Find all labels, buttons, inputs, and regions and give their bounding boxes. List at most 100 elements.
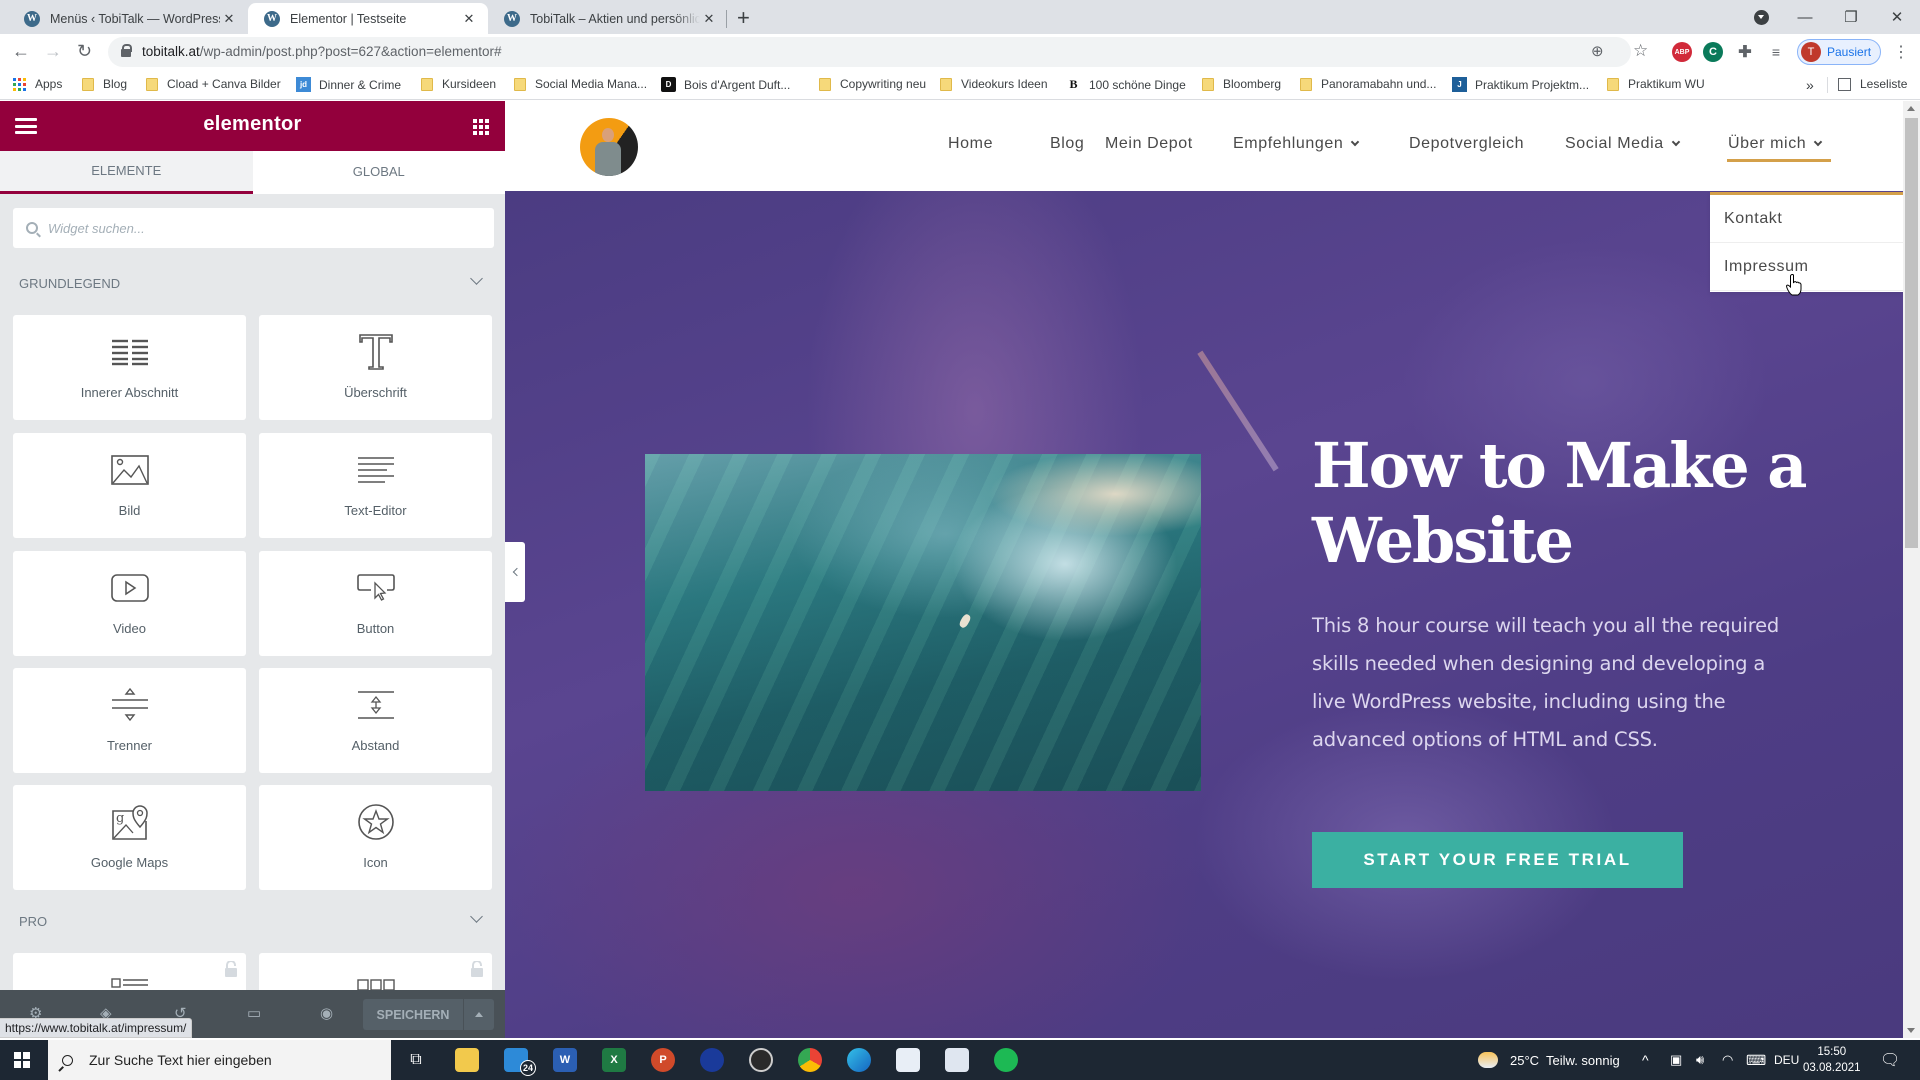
mail-icon[interactable]: 24 — [504, 1048, 536, 1076]
browser-tab-tobitalk[interactable]: W TobiTalk – Aktien und persönliche ✕ — [488, 3, 728, 34]
dropdown-item-impressum[interactable]: Impressum — [1710, 243, 1903, 291]
widget-search-input[interactable] — [48, 220, 448, 236]
minimize-button[interactable]: — — [1782, 0, 1828, 34]
app-icon[interactable] — [945, 1048, 969, 1072]
nav-blog[interactable]: Blog — [1050, 135, 1084, 153]
bookmark-site[interactable]: jd Dinner & Crime — [296, 77, 401, 92]
widget-image[interactable]: Bild — [13, 433, 246, 538]
nav-home[interactable]: Home — [948, 135, 993, 153]
responsive-mode-icon[interactable]: ▭ — [247, 1004, 261, 1022]
language-indicator[interactable]: DEU — [1774, 1040, 1799, 1080]
bookmark-site[interactable]: D Bois d'Argent Duft... — [661, 77, 790, 92]
widget-google-maps[interactable]: g Google Maps — [13, 785, 246, 890]
spotify-icon[interactable] — [994, 1048, 1018, 1072]
bookmark-folder[interactable]: Social Media Mana... — [514, 77, 647, 91]
close-tab-icon[interactable]: ✕ — [700, 11, 718, 27]
widget-button[interactable]: Button — [259, 551, 492, 656]
browser-menu-icon[interactable]: ⋮ — [1893, 42, 1909, 62]
url-text[interactable]: tobitalk.at/wp-admin/post.php?post=627&a… — [142, 44, 502, 59]
widget-divider[interactable]: Trenner — [13, 668, 246, 773]
profile-button[interactable]: T Pausiert — [1797, 39, 1881, 65]
app-icon[interactable] — [896, 1048, 920, 1072]
widgets-grid-icon[interactable] — [473, 119, 489, 135]
bookmark-folder[interactable]: Cload + Canva Bilder — [146, 77, 281, 91]
page-scrollbar[interactable] — [1903, 101, 1920, 1038]
browser-tab-elementor[interactable]: W Elementor | Testseite ✕ — [248, 3, 488, 34]
edge-icon[interactable] — [847, 1048, 871, 1072]
widget-inner-section[interactable]: Innerer Abschnitt — [13, 315, 246, 420]
zoom-icon[interactable]: ⊕ — [1591, 42, 1604, 60]
hero-image[interactable] — [645, 454, 1201, 791]
reading-list-button[interactable]: Leseliste — [1838, 77, 1907, 91]
obs-icon[interactable] — [749, 1048, 773, 1072]
bookmark-folder[interactable]: Panoramabahn und... — [1300, 77, 1436, 91]
close-tab-icon[interactable]: ✕ — [460, 11, 478, 27]
widget-spacer[interactable]: Abstand — [259, 668, 492, 773]
keyboard-icon[interactable]: ⌨ — [1746, 1040, 1766, 1080]
adblock-plus-icon[interactable]: ABP — [1672, 42, 1692, 62]
save-button[interactable]: Speichern — [363, 999, 463, 1030]
bookmark-apps[interactable]: Apps — [13, 77, 62, 91]
nav-depotvergleich[interactable]: Depotvergleich — [1409, 135, 1524, 153]
windows-start-icon[interactable] — [14, 1052, 30, 1068]
bookmark-folder[interactable]: Praktikum WU — [1607, 77, 1705, 91]
meet-now-icon[interactable]: ▣ — [1670, 1040, 1682, 1080]
address-bar[interactable]: tobitalk.at/wp-admin/post.php?post=627&a… — [108, 37, 1648, 67]
dropdown-item-kontakt[interactable]: Kontakt — [1710, 195, 1903, 243]
chevron-down-icon[interactable] — [470, 910, 483, 923]
scroll-down-arrow[interactable] — [1907, 1028, 1915, 1033]
bookmark-folder[interactable]: Kursideen — [421, 77, 496, 91]
bookmark-folder[interactable]: Bloomberg — [1202, 77, 1281, 91]
widget-heading[interactable]: Überschrift — [259, 315, 492, 420]
tab-elements[interactable]: Elemente — [0, 151, 253, 194]
grammarly-icon[interactable]: C — [1703, 42, 1723, 62]
close-tab-icon[interactable]: ✕ — [220, 11, 238, 27]
bookmark-folder[interactable]: Blog — [82, 77, 127, 91]
powerpoint-icon[interactable]: P — [651, 1048, 675, 1072]
taskbar-search[interactable]: Zur Suche Text hier eingeben — [48, 1040, 391, 1080]
bookmark-site[interactable]: B 100 schöne Dinge — [1066, 77, 1185, 92]
section-title-basic[interactable]: Grundlegend — [19, 276, 120, 291]
volume-icon[interactable]: 🔊︎ — [1696, 1040, 1704, 1080]
reload-button[interactable]: ↻ — [77, 41, 92, 62]
save-options-button[interactable] — [464, 999, 494, 1030]
tab-search-button[interactable] — [1738, 0, 1784, 34]
chevron-down-icon[interactable] — [470, 272, 483, 285]
nav-mein-depot[interactable]: Mein Depot — [1105, 135, 1193, 153]
widget-icon[interactable]: Icon — [259, 785, 492, 890]
start-free-trial-button[interactable]: Start Your Free Trial — [1312, 832, 1683, 888]
widget-video[interactable]: Video — [13, 551, 246, 656]
preview-eye-icon[interactable]: ◉ — [320, 1004, 333, 1022]
notifications-icon[interactable]: 🗨︎ — [1880, 1040, 1900, 1080]
chrome-icon[interactable] — [798, 1048, 822, 1072]
system-clock[interactable]: 15:50 03.08.2021 — [1803, 1044, 1861, 1076]
close-window-button[interactable]: ✕ — [1874, 0, 1920, 34]
excel-icon[interactable]: X — [602, 1048, 626, 1072]
widget-text-editor[interactable]: Text-Editor — [259, 433, 492, 538]
site-logo-avatar[interactable] — [580, 118, 638, 176]
collapse-panel-button[interactable] — [505, 542, 525, 602]
bookmarks-overflow-button[interactable]: » — [1806, 77, 1814, 93]
tab-global[interactable]: Global — [253, 151, 506, 194]
word-icon[interactable]: W — [553, 1048, 577, 1072]
nav-ueber-mich[interactable]: Über mich — [1728, 135, 1823, 153]
bookmark-folder[interactable]: Videokurs Ideen — [940, 77, 1048, 91]
nav-empfehlungen[interactable]: Empfehlungen — [1233, 135, 1360, 153]
extensions-puzzle-icon[interactable]: ✚ — [1735, 42, 1755, 62]
forward-button[interactable]: → — [44, 41, 62, 62]
scroll-thumb[interactable] — [1905, 118, 1918, 548]
tray-overflow-icon[interactable]: ^ — [1642, 1040, 1649, 1080]
new-tab-button[interactable]: + — [737, 5, 750, 31]
audacity-icon[interactable] — [700, 1048, 724, 1072]
widget-search[interactable] — [13, 208, 494, 248]
browser-tab-menus[interactable]: W Menüs ‹ TobiTalk — WordPress ✕ — [8, 3, 248, 34]
media-control-icon[interactable]: ≡ — [1766, 42, 1786, 62]
back-button[interactable]: ← — [12, 41, 30, 62]
weather-widget[interactable]: 25°C Teilw. sonnig — [1478, 1040, 1620, 1080]
bookmark-site[interactable]: J Praktikum Projektm... — [1452, 77, 1589, 92]
task-view-icon[interactable]: ⧉ — [404, 1048, 428, 1072]
wifi-icon[interactable]: ◠ — [1722, 1040, 1733, 1080]
scroll-up-arrow[interactable] — [1907, 106, 1915, 111]
nav-social-media[interactable]: Social Media — [1565, 135, 1681, 153]
bookmark-folder[interactable]: Copywriting neu — [819, 77, 926, 91]
